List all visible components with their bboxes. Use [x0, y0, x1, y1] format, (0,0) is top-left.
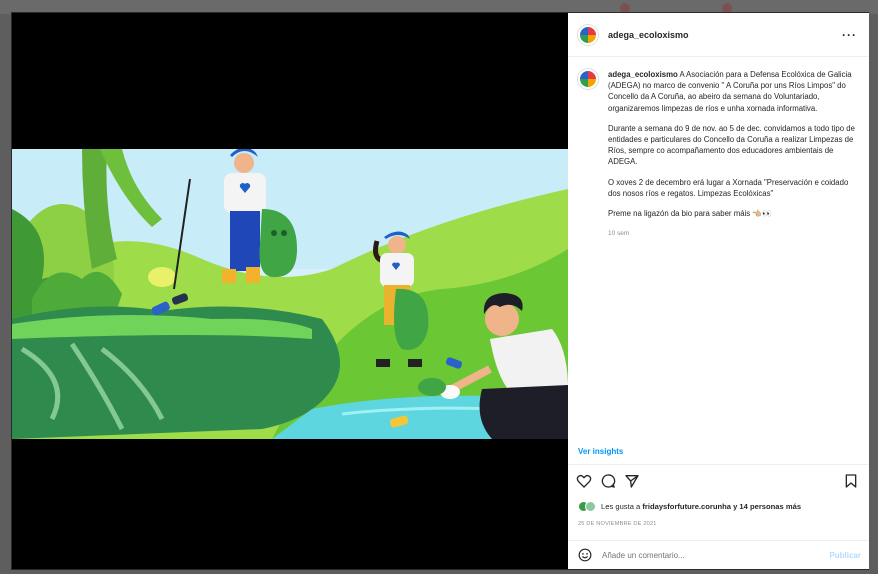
caption: adega_ecoloxismo A Asociación para a Def… [568, 57, 869, 239]
post-header: adega_ecoloxismo ··· [568, 13, 869, 57]
post-date[interactable]: 25 DE NOVIEMBRE DE 2021 [578, 521, 657, 527]
avatar[interactable] [578, 24, 598, 45]
caption-avatar[interactable] [578, 69, 598, 89]
comment-input[interactable] [602, 550, 812, 560]
username-link[interactable]: adega_ecoloxismo [608, 30, 689, 40]
caption-paragraph-4: Preme na ligazón da bio para saber máis … [608, 209, 772, 219]
more-options-button[interactable]: ··· [842, 28, 857, 42]
likes-summary: Les gusta a fridaysforfuture.corunha y 1… [578, 501, 801, 512]
caption-paragraph-2: Durante a semana do 9 de nov. ao 5 de de… [608, 123, 855, 167]
post-modal: adega_ecoloxismo ··· adega_ecoloxismo A … [11, 12, 869, 570]
publish-button[interactable]: Publicar [829, 551, 861, 560]
caption-paragraph-1: adega_ecoloxismo A Asociación para a Def… [608, 69, 857, 114]
divider [568, 464, 869, 465]
action-bar [576, 473, 861, 493]
post-media[interactable] [12, 13, 568, 569]
post-side-panel: adega_ecoloxismo ··· adega_ecoloxismo A … [568, 13, 869, 569]
likes-text: Les gusta a fridaysforfuture.corunha y 1… [601, 502, 801, 511]
view-insights-link[interactable]: Ver insights [578, 447, 623, 456]
likes-prefix: Les gusta a [601, 502, 643, 511]
send-icon[interactable] [624, 473, 640, 489]
bookmark-icon[interactable] [843, 473, 859, 489]
liker-avatar [585, 501, 596, 512]
comment-icon[interactable] [600, 473, 616, 489]
likes-others-link[interactable]: y 14 personas más [731, 502, 801, 511]
emoji-icon[interactable] [578, 548, 592, 562]
comment-box: Publicar [568, 540, 869, 569]
liker-username-link[interactable]: fridaysforfuture.corunha [642, 502, 731, 511]
caption-username[interactable]: adega_ecoloxismo [608, 70, 678, 79]
post-image-illustration [12, 149, 568, 439]
heart-icon[interactable] [576, 473, 592, 489]
caption-paragraph-3: O xoves 2 de decembro erá lugar a Xornad… [608, 177, 849, 198]
caption-body: adega_ecoloxismo A Asociación para a Def… [608, 69, 857, 239]
post-time[interactable]: 10 sem [608, 228, 857, 239]
